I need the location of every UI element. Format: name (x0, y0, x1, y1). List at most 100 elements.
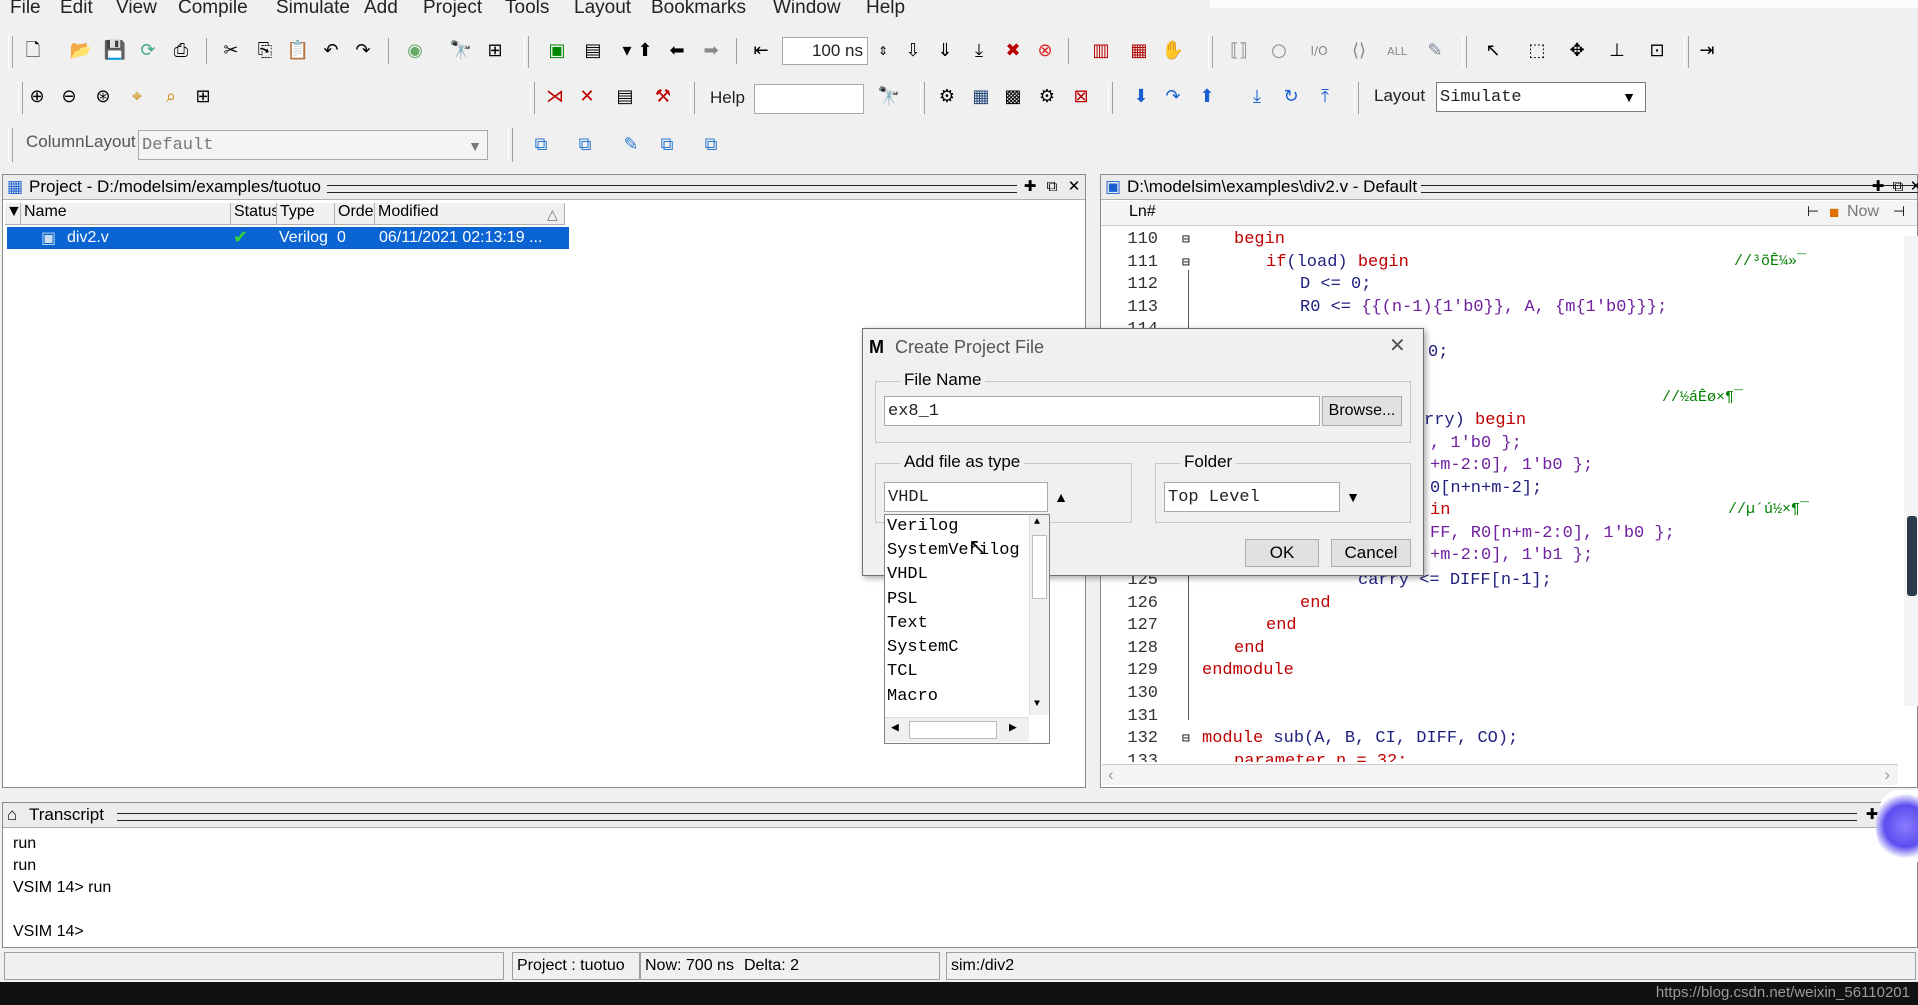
step-out-icon[interactable]: ⬆ (1194, 84, 1220, 110)
list-item[interactable]: Verilog (887, 517, 958, 536)
cancel-button[interactable]: Cancel (1331, 539, 1411, 567)
bracket-icon[interactable]: ⟨⟩ (1346, 38, 1372, 64)
col-header-type[interactable]: Type (277, 203, 335, 225)
edit-icon[interactable]: ✎ (618, 132, 644, 158)
scroll-thumb[interactable] (1907, 516, 1917, 596)
list-item[interactable]: VHDL (887, 565, 928, 584)
step-over-icon[interactable]: ↷ (1160, 84, 1186, 110)
export-icon[interactable]: ⇥ (1694, 38, 1720, 64)
compile-icon[interactable]: ▣ (544, 38, 570, 64)
zoom-area-icon[interactable]: ⬚ (1524, 38, 1550, 64)
zoom-last-icon[interactable]: ⌕ (158, 84, 184, 110)
column-layout-select[interactable]: Default (138, 130, 488, 160)
undock-icon[interactable]: ⧉ (1043, 177, 1061, 195)
col-header-name[interactable]: Name (21, 203, 231, 225)
run-length-input[interactable]: 100 ns (782, 37, 868, 65)
zoom-out-icon[interactable]: ⊖ (56, 84, 82, 110)
run-all-icon[interactable]: ⤓ (966, 38, 992, 64)
step-gear-icon[interactable]: ⚙ (934, 84, 960, 110)
vertical-scrollbar[interactable] (1904, 236, 1918, 706)
filter-icon[interactable]: ▼ (5, 203, 21, 225)
close-icon[interactable]: ✕ (1907, 177, 1918, 195)
fold-icon[interactable]: ⊟ (1182, 255, 1190, 270)
paste-icon[interactable]: 📋 (285, 38, 311, 64)
chevron-down-icon[interactable]: ▼ (462, 134, 488, 158)
add-dataflow-icon[interactable]: ⧉ (698, 132, 724, 158)
list-item[interactable]: Macro (887, 687, 938, 706)
grid-icon[interactable]: ▩ (1000, 84, 1026, 110)
menu-window[interactable]: Window (773, 0, 841, 19)
step-out-c-icon[interactable]: ⤒ (1312, 84, 1338, 110)
menu-compile[interactable]: Compile (178, 0, 248, 19)
step-icon[interactable]: ⟦⟧ (1226, 38, 1252, 64)
transcript-body[interactable]: run run VSIM 14> run VSIM 14> (3, 829, 1917, 947)
all-icon[interactable]: ALL (1384, 38, 1410, 64)
cursor-icon[interactable]: ⊥ (1604, 38, 1630, 64)
chevron-down-icon[interactable]: ▼ (1616, 84, 1642, 110)
list-hscroll[interactable]: ◀ ▶ (885, 717, 1029, 742)
file-name-input[interactable]: ex8_1 (884, 396, 1320, 426)
find-icon[interactable]: 🔭 (448, 38, 474, 64)
list-item[interactable]: SystemC (887, 638, 958, 657)
menu-tools[interactable]: Tools (505, 0, 549, 19)
horizontal-scrollbar[interactable]: ‹ › (1102, 764, 1898, 785)
menu-help[interactable]: Help (866, 0, 905, 19)
add-list-icon[interactable]: ⧉ (572, 132, 598, 158)
copy-icon[interactable]: ⎘ (252, 38, 278, 64)
chevron-up-icon[interactable]: ▲ (1048, 482, 1074, 512)
binoculars-icon[interactable]: 🔭 (876, 84, 902, 110)
add-wave-icon[interactable]: ⧉ (528, 132, 554, 158)
menu-view[interactable]: View (116, 0, 157, 19)
chevron-up-icon[interactable]: ▲ (1034, 517, 1040, 528)
browse-button[interactable]: Browse... (1322, 396, 1402, 426)
zoom-cursor-icon[interactable]: ⌖ (124, 84, 150, 110)
menu-edit[interactable]: Edit (60, 0, 93, 19)
compile-all-icon[interactable]: ▤ (580, 38, 606, 64)
folder-select[interactable]: Top Level (1164, 482, 1340, 512)
forward-arrow-icon[interactable]: ➡ (698, 38, 724, 64)
assistant-bubble-icon[interactable] (1876, 790, 1918, 862)
cancel-x-icon[interactable]: ⊠ (1068, 84, 1094, 110)
plus-icon[interactable]: ✚ (1021, 177, 1039, 195)
move-icon[interactable]: ✥ (1564, 38, 1590, 64)
chevron-down-icon[interactable]: ▼ (1034, 699, 1040, 710)
list-vscroll[interactable]: ▲ ▼ (1029, 515, 1049, 715)
select-pointer-icon[interactable]: ↖ (1480, 38, 1506, 64)
delete-x-icon[interactable]: ✕ (574, 84, 600, 110)
stop-icon[interactable]: ⊗ (1032, 38, 1058, 64)
goto-icon[interactable]: ⊣ (1893, 203, 1905, 220)
ok-button[interactable]: OK (1245, 539, 1319, 567)
plus-icon[interactable]: ✚ (1869, 177, 1887, 195)
menu-bookmarks[interactable]: Bookmarks (651, 0, 746, 19)
run-icon[interactable]: ⇩ (900, 38, 926, 64)
hand-icon[interactable]: ✋ (1160, 38, 1186, 64)
type-dropdown-list[interactable]: Verilog SystemVerilog VHDL PSL Text Syst… (884, 514, 1050, 744)
undo-icon[interactable]: ↶ (318, 38, 344, 64)
undock-icon[interactable]: ⧉ (1889, 177, 1907, 195)
col-header-status[interactable]: Status (231, 203, 277, 225)
bookmark-icon[interactable]: ⊢ (1807, 203, 1819, 220)
menu-project[interactable]: Project (423, 0, 482, 19)
doc-icon[interactable]: ▤ (612, 84, 638, 110)
step-over-c-icon[interactable]: ↻ (1278, 84, 1304, 110)
menu-simulate[interactable]: Simulate (276, 0, 350, 19)
chevron-left-icon[interactable]: ◀ (891, 720, 899, 735)
circle-icon[interactable]: ○ (1266, 38, 1292, 64)
new-file-icon[interactable]: 🗋 (20, 38, 46, 64)
type-select[interactable]: VHDL (884, 482, 1048, 512)
menu-layout[interactable]: Layout (574, 0, 631, 19)
up-arrow-icon[interactable]: ⬆ (632, 38, 658, 64)
table-row[interactable]: ▣ div2.v ✔ Verilog 0 06/11/2021 02:13:19… (7, 227, 569, 249)
spin-stepper-icon[interactable]: ⇕ (870, 38, 896, 64)
insert-breakpoint-icon[interactable]: ◉ (402, 38, 428, 64)
fold-icon[interactable]: ⊟ (1182, 232, 1190, 247)
help-search-input[interactable] (754, 84, 864, 114)
calendar-icon[interactable]: ▦ (968, 84, 994, 110)
list-item[interactable]: SystemVerilog (887, 541, 1020, 560)
col-header-order[interactable]: Order (335, 203, 375, 225)
print-icon[interactable]: ⎙ (168, 38, 194, 64)
restart-icon[interactable]: ⇤ (748, 38, 774, 64)
col-header-modified[interactable]: Modified (375, 203, 565, 225)
collapse-icon[interactable]: ⊞ (482, 38, 508, 64)
list-item[interactable]: Text (887, 614, 928, 633)
